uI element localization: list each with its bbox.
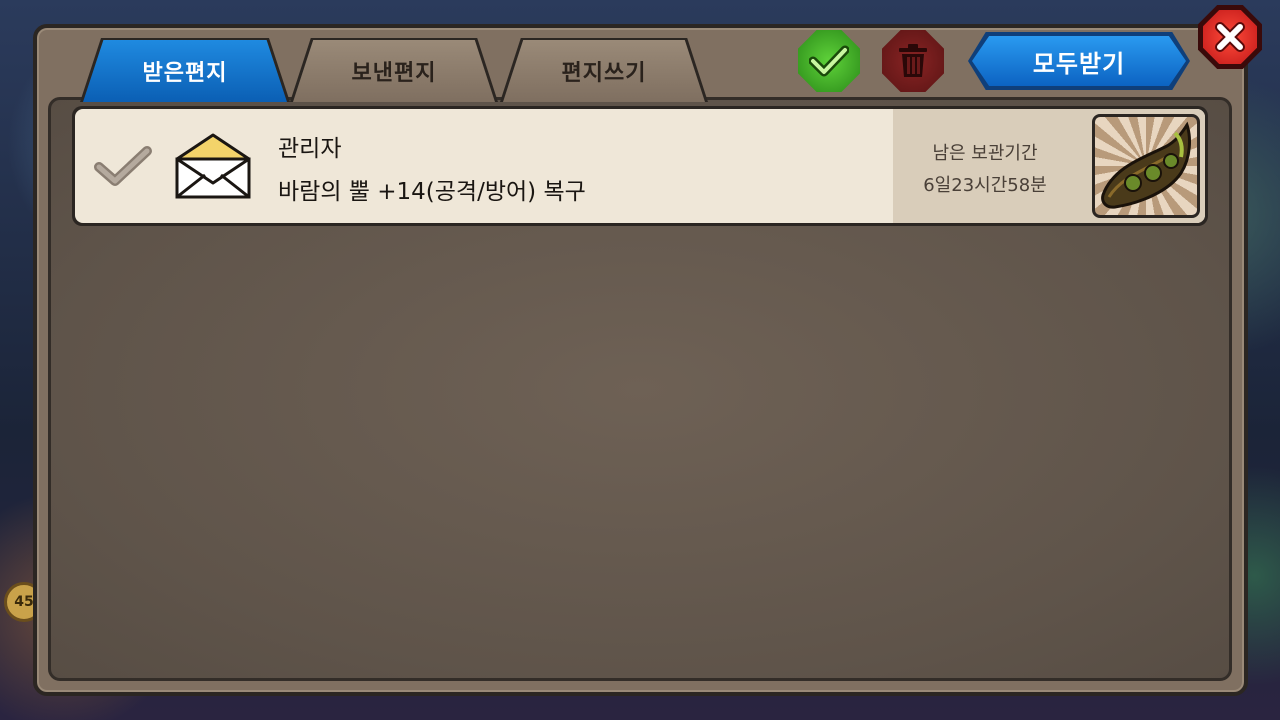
- tab-sent-mail[interactable]: 보낸편지: [293, 40, 495, 102]
- check-icon: [809, 45, 849, 77]
- check-mark-icon: [94, 146, 152, 186]
- horn-item-icon: [1101, 121, 1191, 209]
- opened-envelope-icon: [173, 131, 253, 201]
- close-icon: [1215, 22, 1245, 52]
- tab-sent-label: 보낸편지: [351, 61, 437, 86]
- mail-subject: 바람의 뿔 +14(공격/방어) 복구: [278, 179, 586, 205]
- attachment-item-button[interactable]: [1092, 114, 1200, 218]
- tab-write-label: 편지쓰기: [561, 61, 647, 86]
- tab-received-mail[interactable]: 받은편지: [83, 40, 287, 102]
- tab-received-label: 받은편지: [142, 61, 228, 86]
- mail-select-checkbox[interactable]: [93, 145, 153, 187]
- tab-write-mail[interactable]: 편지쓰기: [503, 40, 705, 102]
- trash-icon: [899, 44, 927, 77]
- retention-time: 6일23시간58분: [923, 175, 1047, 196]
- receive-all-label: 모두받기: [972, 36, 1186, 86]
- retention-label: 남은 보관기간: [932, 143, 1038, 164]
- mail-sender: 관리자: [278, 136, 342, 162]
- close-button-face: [1203, 10, 1257, 64]
- receive-all-button[interactable]: 모두받기: [968, 32, 1190, 90]
- mail-list-item[interactable]: 관리자 바람의 뿔 +14(공격/방어) 복구 남은 보관기간 6일23시간58…: [72, 106, 1208, 226]
- mail-item-body: 관리자 바람의 뿔 +14(공격/방어) 복구 남은 보관기간 6일23시간58…: [75, 109, 1205, 223]
